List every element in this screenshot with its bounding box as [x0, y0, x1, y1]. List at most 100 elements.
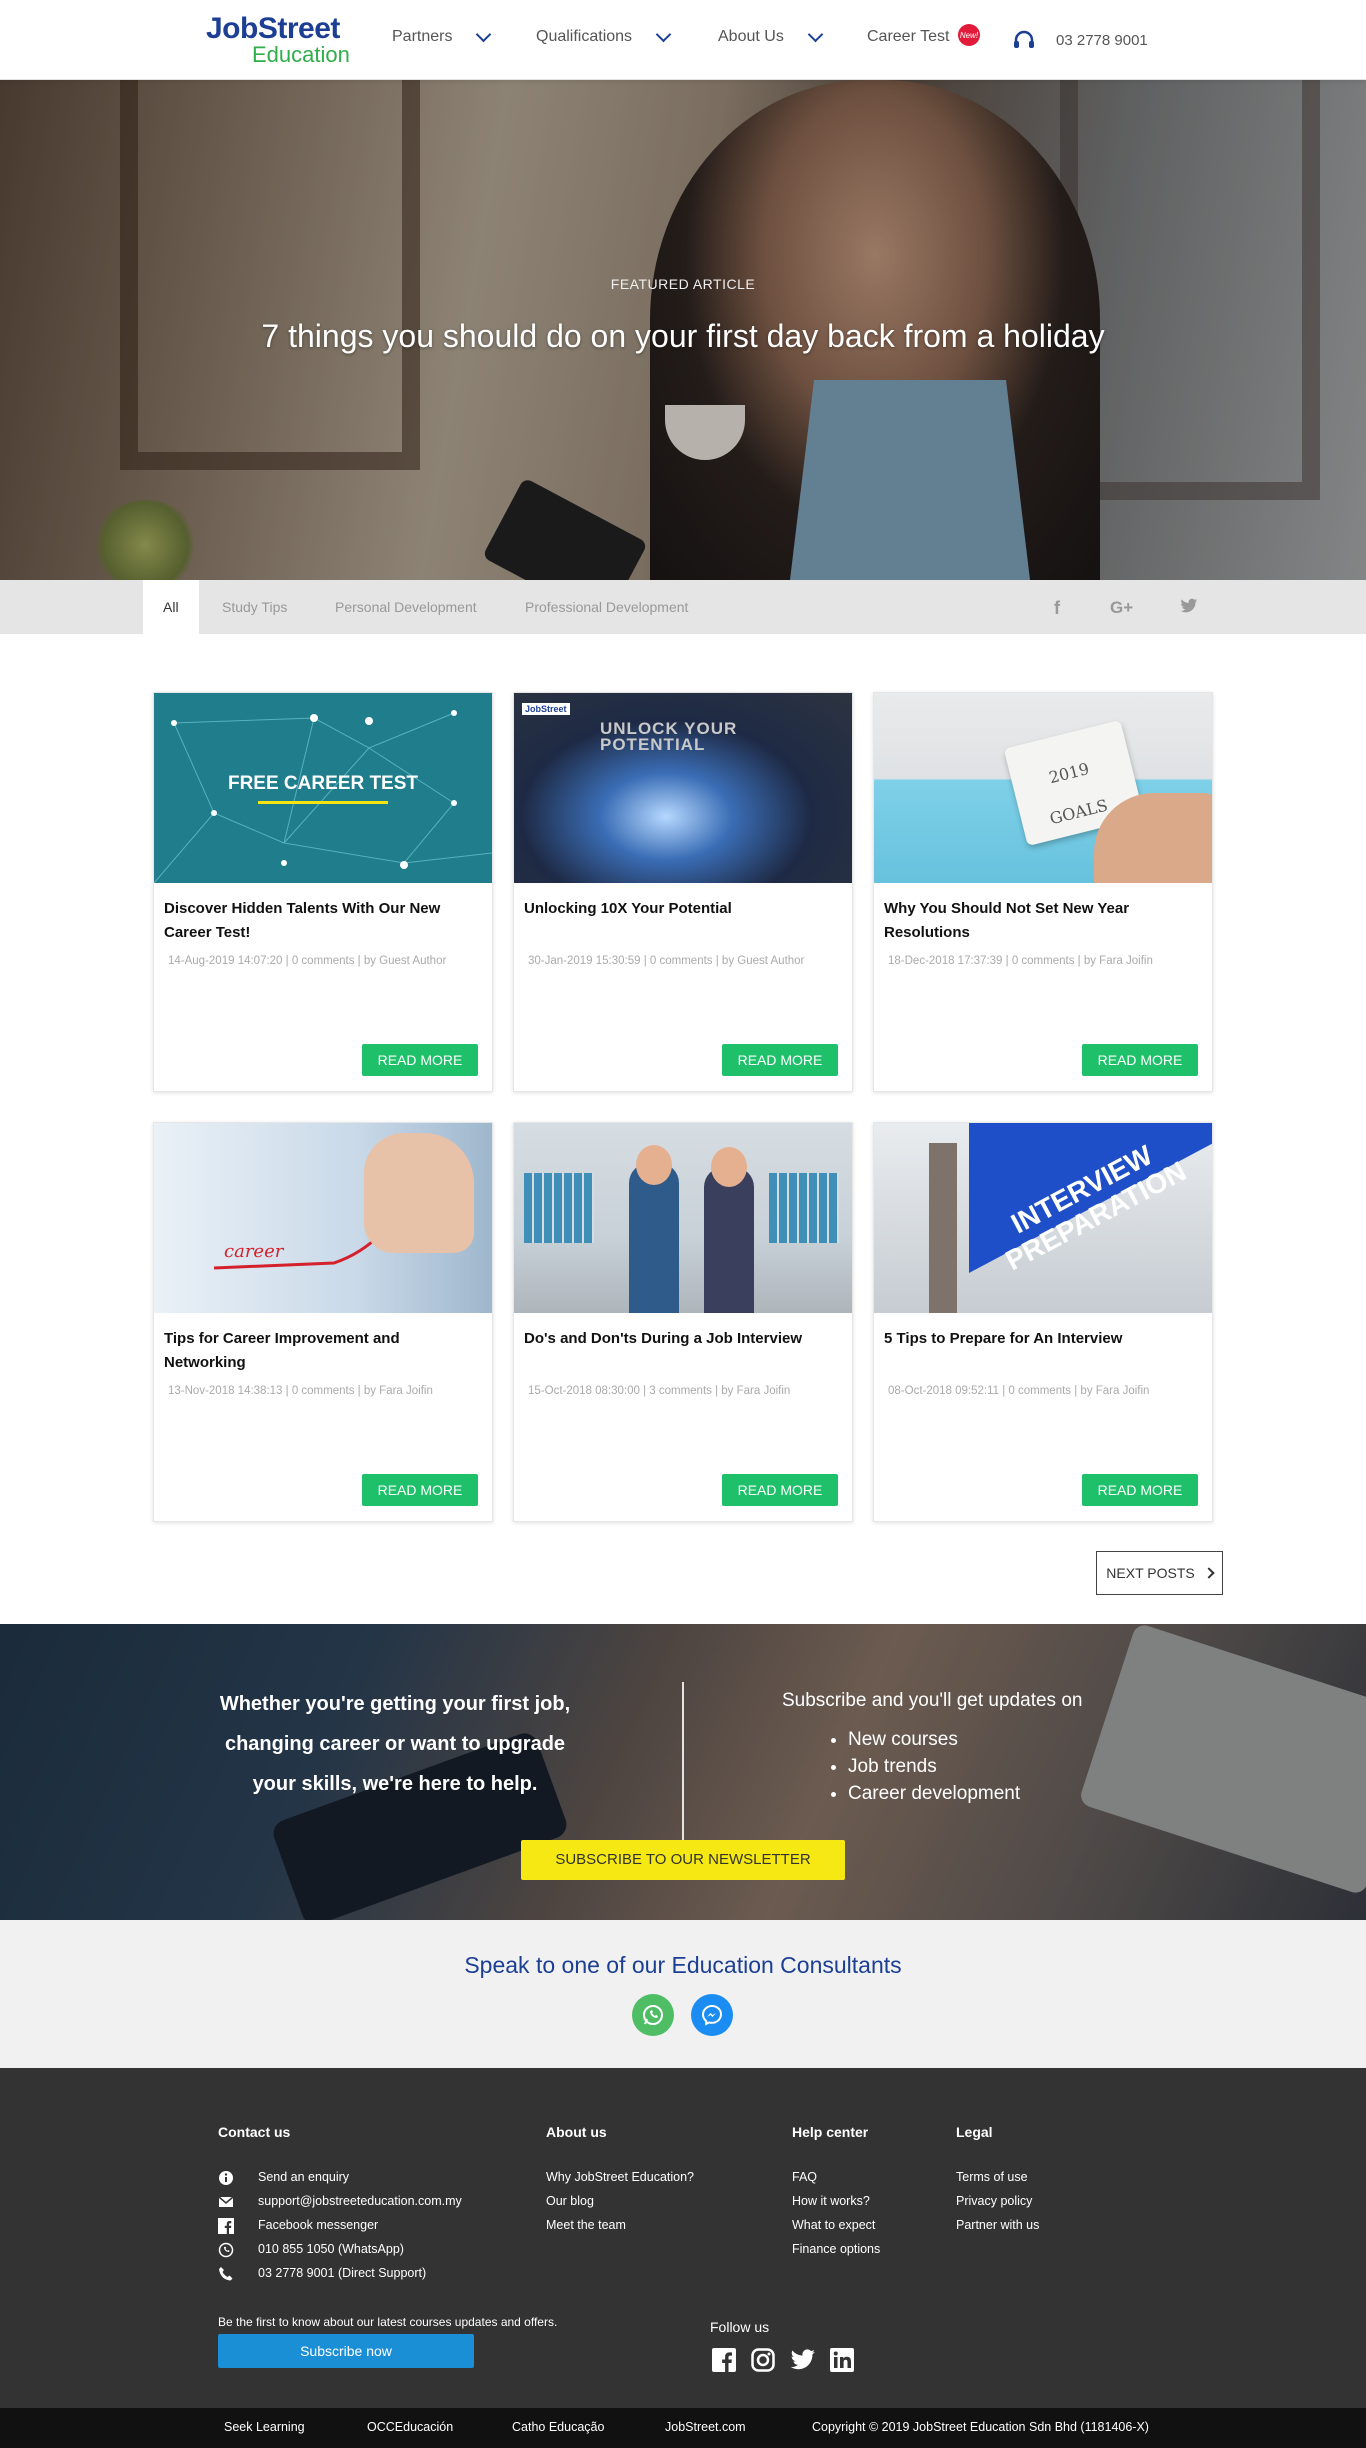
- nav-about-us[interactable]: About Us: [718, 26, 824, 46]
- chevron-down-icon: [476, 26, 492, 42]
- card-meta: 30-Jan-2019 15:30:59 | 0 comments | by G…: [528, 955, 805, 967]
- bottom-link-jobstreet[interactable]: JobStreet.com: [665, 2420, 746, 2434]
- card-meta: 14-Aug-2019 14:07:20 | 0 comments | by G…: [168, 955, 447, 967]
- updates-list: New courses Job trends Career developmen…: [848, 1726, 1020, 1807]
- consultants-title: Speak to one of our Education Consultant…: [464, 1952, 902, 1978]
- featured-article-hero[interactable]: FEATURED ARTICLE 7 things you should do …: [0, 80, 1366, 580]
- logo-top-text: JobStreet: [206, 12, 340, 45]
- read-more-button[interactable]: READ MORE: [1082, 1044, 1198, 1076]
- read-more-button[interactable]: READ MORE: [362, 1474, 478, 1506]
- bottom-bar: Seek Learning OCCEducación Catho Educaçã…: [0, 2408, 1366, 2448]
- facebook-icon[interactable]: [712, 2348, 736, 2372]
- info-icon: [219, 2171, 233, 2185]
- footer-link-team[interactable]: Meet the team: [546, 2218, 626, 2232]
- read-more-button[interactable]: READ MORE: [362, 1044, 478, 1076]
- nav-qualifications[interactable]: Qualifications: [536, 26, 672, 46]
- article-card[interactable]: INTERVIEW PREPARATION 5 Tips to Prepare …: [873, 1122, 1213, 1522]
- bottom-link-occeducacion[interactable]: OCCEducación: [367, 2420, 453, 2434]
- facebook-icon: [218, 2218, 234, 2234]
- footer-link-direct-support[interactable]: 03 2778 9001 (Direct Support): [258, 2266, 426, 2280]
- next-posts-label: NEXT POSTS: [1106, 1565, 1195, 1581]
- card-image: FREE CAREER TEST: [154, 693, 492, 883]
- article-card[interactable]: Do's and Don'ts During a Job Interview 1…: [513, 1122, 853, 1522]
- tab-study-tips[interactable]: Study Tips: [222, 580, 287, 634]
- footer-link-partner[interactable]: Partner with us: [956, 2218, 1039, 2232]
- next-posts-button[interactable]: NEXT POSTS: [1096, 1551, 1223, 1595]
- footer-link-faq[interactable]: FAQ: [792, 2170, 817, 2184]
- messenger-icon[interactable]: [691, 1994, 733, 2036]
- footer-link-why[interactable]: Why JobStreet Education?: [546, 2170, 694, 2184]
- category-tabs: All Study Tips Personal Development Prof…: [0, 580, 1366, 634]
- man-left: [629, 1163, 679, 1313]
- logo-bottom-text: Education: [252, 42, 350, 67]
- footer-link-whatsapp[interactable]: 010 855 1050 (WhatsApp): [258, 2242, 404, 2256]
- nav-partners-label: Partners: [392, 28, 453, 45]
- mail-icon: [218, 2196, 234, 2207]
- card-title[interactable]: Do's and Don'ts During a Job Interview: [524, 1327, 844, 1351]
- google-plus-icon[interactable]: G+: [1110, 598, 1133, 618]
- read-more-button[interactable]: READ MORE: [722, 1474, 838, 1506]
- list-item: Job trends: [848, 1753, 1020, 1780]
- footer-help-heading: Help center: [792, 2124, 869, 2140]
- list-item: Career development: [848, 1780, 1020, 1807]
- footer-about-heading: About us: [546, 2124, 607, 2140]
- featured-label: FEATURED ARTICLE: [610, 276, 756, 292]
- bottom-link-seek-learning[interactable]: Seek Learning: [224, 2420, 305, 2434]
- consultants-section: Speak to one of our Education Consultant…: [0, 1920, 1366, 2068]
- chevron-down-icon: [655, 26, 672, 42]
- site-header: JobStreet Education Partners Qualificati…: [0, 0, 1366, 80]
- linkedin-icon[interactable]: [830, 2348, 854, 2372]
- man-left-head: [636, 1145, 672, 1185]
- nav-career-test[interactable]: Career Test: [867, 28, 949, 46]
- jobstreet-education-logo[interactable]: JobStreet Education: [206, 14, 356, 66]
- footer-link-terms[interactable]: Terms of use: [956, 2170, 1028, 2184]
- pole: [929, 1143, 957, 1313]
- card-image: INTERVIEW PREPARATION: [874, 1123, 1212, 1313]
- yellow-underline: [258, 801, 388, 804]
- footer-link-finance[interactable]: Finance options: [792, 2242, 880, 2256]
- article-card[interactable]: career Tips for Career Improvement and N…: [153, 1122, 493, 1522]
- nav-partners[interactable]: Partners: [392, 26, 492, 46]
- bottom-link-catho[interactable]: Catho Educação: [512, 2420, 604, 2434]
- band-right-title: Subscribe and you'll get updates on: [782, 1690, 1083, 1711]
- divider: [682, 1682, 684, 1847]
- footer-link-messenger[interactable]: Facebook messenger: [258, 2218, 378, 2232]
- footer-link-blog[interactable]: Our blog: [546, 2194, 594, 2208]
- footer-legal-heading: Legal: [956, 2124, 993, 2140]
- card-title[interactable]: 5 Tips to Prepare for An Interview: [884, 1327, 1204, 1351]
- card-title[interactable]: Why You Should Not Set New Year Resoluti…: [884, 897, 1204, 945]
- copyright-text: Copyright © 2019 JobStreet Education Sdn…: [812, 2420, 1149, 2434]
- card-image-text: career: [224, 1241, 284, 1262]
- read-more-button[interactable]: READ MORE: [722, 1044, 838, 1076]
- tab-all[interactable]: All: [143, 580, 199, 634]
- footer-link-privacy[interactable]: Privacy policy: [956, 2194, 1032, 2208]
- tab-professional-development[interactable]: Professional Development: [525, 580, 688, 634]
- whatsapp-icon[interactable]: [632, 1994, 674, 2036]
- footer-link-how-it-works[interactable]: How it works?: [792, 2194, 870, 2208]
- twitter-icon[interactable]: [1180, 598, 1198, 619]
- card-title[interactable]: Tips for Career Improvement and Networki…: [164, 1327, 484, 1375]
- subscribe-now-button[interactable]: Subscribe now: [218, 2334, 474, 2368]
- article-card[interactable]: UNLOCK YOUR POTENTIAL JobStreet Unlockin…: [513, 692, 853, 1092]
- featured-title[interactable]: 7 things you should do on your first day…: [0, 318, 1366, 355]
- footer-link-what-to-expect[interactable]: What to expect: [792, 2218, 875, 2232]
- card-meta: 15-Oct-2018 08:30:00 | 3 comments | by F…: [528, 1385, 791, 1397]
- facebook-icon[interactable]: f: [1054, 598, 1060, 619]
- header-phone[interactable]: 03 2778 9001: [1012, 28, 1148, 52]
- article-card[interactable]: FREE CAREER TEST Discover Hidden Talents…: [153, 692, 493, 1092]
- footer-link-enquiry[interactable]: Send an enquiry: [258, 2170, 349, 2184]
- twitter-icon[interactable]: [790, 2349, 816, 2371]
- article-card[interactable]: 2019 GOALS Why You Should Not Set New Ye…: [873, 692, 1213, 1092]
- card-meta: 08-Oct-2018 09:52:11 | 0 comments | by F…: [888, 1385, 1150, 1397]
- card-title[interactable]: Unlocking 10X Your Potential: [524, 897, 844, 921]
- instagram-icon[interactable]: [751, 2348, 775, 2372]
- card-image: [514, 1123, 852, 1313]
- footer-link-email[interactable]: support@jobstreeteducation.com.my: [258, 2194, 462, 2208]
- subscribe-newsletter-button[interactable]: SUBSCRIBE TO OUR NEWSLETTER: [521, 1840, 845, 1880]
- list-item: New courses: [848, 1726, 1020, 1753]
- read-more-button[interactable]: READ MORE: [1082, 1474, 1198, 1506]
- tab-personal-development[interactable]: Personal Development: [335, 580, 477, 634]
- card-image-text: FREE CAREER TEST: [227, 773, 419, 794]
- new-badge: New!: [958, 24, 980, 46]
- card-title[interactable]: Discover Hidden Talents With Our New Car…: [164, 897, 484, 945]
